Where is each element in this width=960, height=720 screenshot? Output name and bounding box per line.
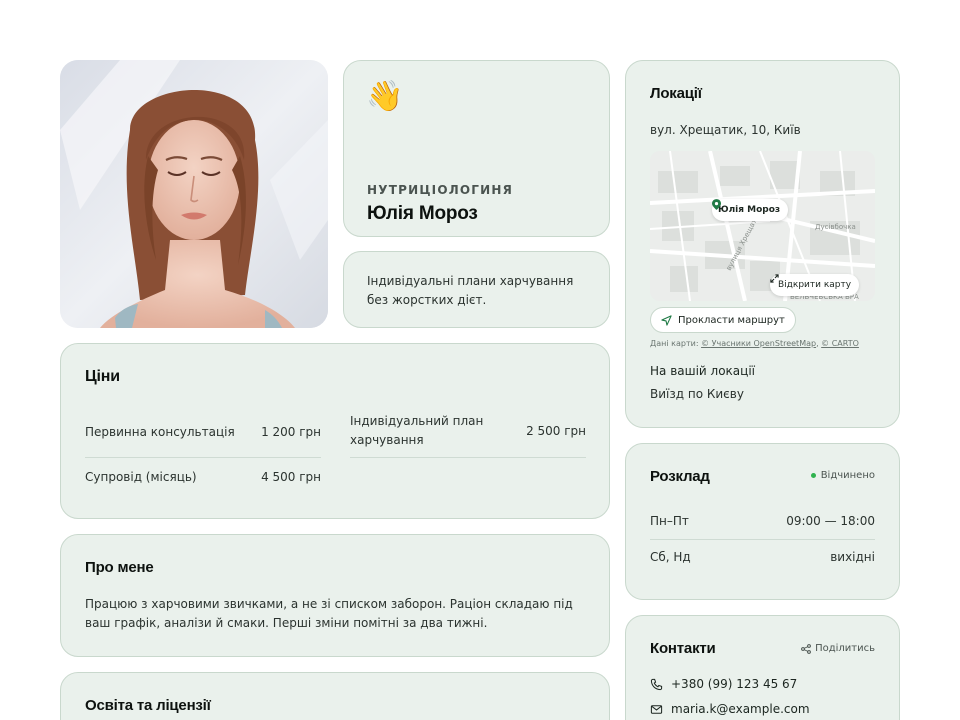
share-label: Поділитись xyxy=(815,643,875,654)
share-button[interactable]: Поділитись xyxy=(801,643,875,654)
open-map-label: Відкрити карту xyxy=(778,280,852,290)
contacts-title: Контакти xyxy=(650,640,716,657)
schedule-hours: вихідні xyxy=(830,550,875,564)
locations-card: Локації вул. Хрещатик, 10, Київ вулиця Х… xyxy=(625,60,900,428)
attribution-prefix: Дані карти: xyxy=(650,339,702,348)
hero-card: 👋 НУТРИЦІОЛОГИНЯ Юлія Мороз xyxy=(343,60,610,237)
price-row: Супровід (місяць) 4 500 грн xyxy=(85,466,321,488)
schedule-days: Сб, Нд xyxy=(650,550,691,564)
status-dot-icon xyxy=(810,473,816,478)
osm-attribution-link[interactable]: © Учасники OpenStreetMap xyxy=(701,339,816,348)
schedule-row: Сб, Нд вихідні xyxy=(650,550,875,564)
price-row: Первинна консультація 1 200 грн xyxy=(85,422,321,442)
prices-card: Ціни Первинна консультація 1 200 грн Суп… xyxy=(60,343,610,519)
map-pin-label[interactable]: Юлія Мороз xyxy=(712,199,789,221)
map-street-label: Дусівбочка xyxy=(815,223,856,231)
profile-name: Юлія Мороз xyxy=(367,203,478,224)
route-button[interactable]: Прокласти маршрут xyxy=(650,307,796,333)
divider xyxy=(85,457,321,458)
education-card: Освіта та ліцензії xyxy=(60,672,610,720)
schedule-hours: 09:00 — 18:00 xyxy=(786,514,875,528)
mail-icon xyxy=(650,704,663,714)
price-row: Індивідуальний план харчування 2 500 грн xyxy=(350,411,586,451)
divider xyxy=(350,457,586,458)
price-label: Первинна консультація xyxy=(85,425,235,439)
onsite-title: На вашій локації xyxy=(650,364,755,378)
navigation-arrow-icon xyxy=(661,314,672,326)
location-address: вул. Хрещатик, 10, Київ xyxy=(650,123,801,137)
map-pin-text: Юлія Мороз xyxy=(718,205,781,215)
status-badge: Відчинено xyxy=(810,470,875,481)
contact-phone[interactable]: +380 (99) 123 45 67 xyxy=(650,677,797,691)
email-text: maria.k@example.com xyxy=(671,702,810,716)
carto-attribution-link[interactable]: © CARTO xyxy=(821,339,859,348)
schedule-card: Розклад Відчинено Пн–Пт 09:00 — 18:00 Сб… xyxy=(625,443,900,600)
phone-icon xyxy=(650,678,663,690)
map-pin-icon xyxy=(712,199,721,210)
price-label: Індивідуальний план харчування xyxy=(350,414,484,447)
locations-title: Локації xyxy=(650,85,702,102)
about-title: Про мене xyxy=(85,559,154,576)
location-map[interactable]: вулиця Хрещатик Дусівбочка БЕЛЬЧЕВСЬКА Б… xyxy=(650,151,875,301)
schedule-row: Пн–Пт 09:00 — 18:00 xyxy=(650,514,875,528)
open-map-button[interactable]: Відкрити карту xyxy=(770,274,860,296)
education-title: Освіта та ліцензії xyxy=(85,697,211,714)
price-amount: 1 200 грн xyxy=(261,425,321,439)
route-button-label: Прокласти маршрут xyxy=(678,314,785,326)
tagline-card: Індивідуальні плани харчування без жорст… xyxy=(343,251,610,328)
divider xyxy=(650,539,875,540)
profile-role: НУТРИЦІОЛОГИНЯ xyxy=(367,183,514,197)
profile-photo xyxy=(60,60,328,328)
about-card: Про мене Працюю з харчовими звичками, а … xyxy=(60,534,610,657)
phone-text: +380 (99) 123 45 67 xyxy=(671,677,798,691)
price-amount: 2 500 грн xyxy=(526,424,586,438)
waving-hand-icon: 👋 xyxy=(366,79,404,114)
price-label: Супровід (місяць) xyxy=(85,470,197,484)
portrait-illustration xyxy=(60,60,328,328)
map-attribution: Дані карти: © Учасники OpenStreetMap, © … xyxy=(650,339,859,348)
about-text: Працюю з харчовими звичками, а не зі спи… xyxy=(85,597,573,630)
price-amount: 4 500 грн xyxy=(261,470,321,484)
prices-title: Ціни xyxy=(85,368,120,385)
schedule-title: Розклад xyxy=(650,468,710,485)
contact-email[interactable]: maria.k@example.com xyxy=(650,702,810,716)
schedule-days: Пн–Пт xyxy=(650,514,689,528)
status-text: Відчинено xyxy=(820,470,875,481)
tagline-text: Індивідуальні плани харчування без жорст… xyxy=(367,274,574,307)
share-icon xyxy=(801,643,811,654)
expand-icon xyxy=(770,274,779,283)
contacts-card: Контакти Поділитись +380 (99) 123 45 67 … xyxy=(625,615,900,720)
onsite-text: Виїзд по Києву xyxy=(650,387,744,401)
